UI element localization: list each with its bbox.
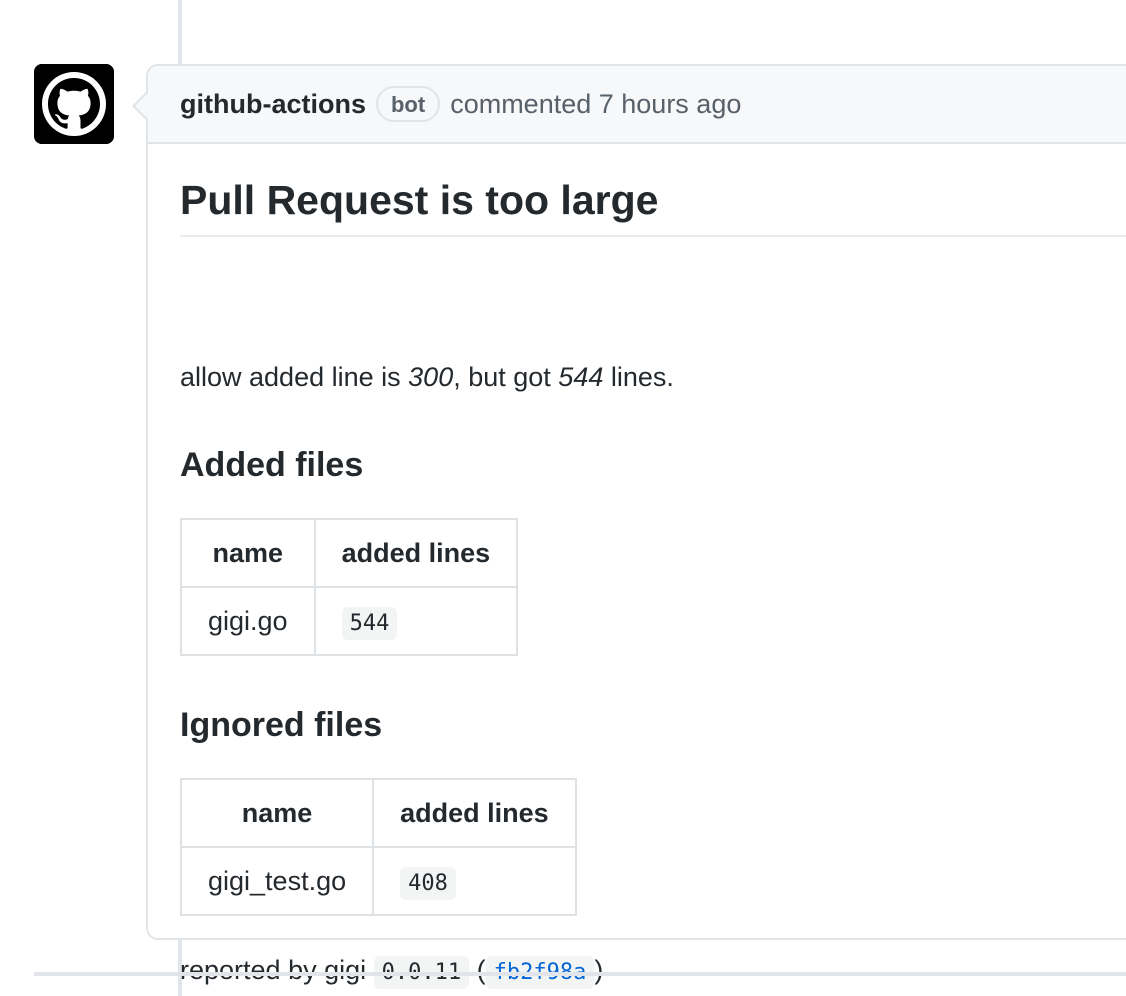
added-files-table: name added lines gigi.go 544 xyxy=(180,518,519,656)
bot-badge: bot xyxy=(375,86,441,122)
ignored-files-heading: Ignored files xyxy=(180,706,383,744)
ignored-files-table: name added lines gigi_test.go 408 xyxy=(179,778,577,916)
comment-timestamp[interactable]: commented 7 hours ago xyxy=(450,89,741,120)
column-header: name xyxy=(180,518,316,588)
timeline-divider xyxy=(34,972,1126,976)
summary-text: allow added line is 300, but got 544 lin… xyxy=(180,362,674,392)
added-lines-cell: 408 xyxy=(372,846,577,916)
table-row: gigi_test.go 408 xyxy=(179,846,577,916)
column-header: name xyxy=(179,778,375,848)
author-avatar[interactable] xyxy=(34,64,114,144)
table-row: gigi.go 544 xyxy=(180,586,519,656)
column-header: added lines xyxy=(313,518,519,588)
column-header: added lines xyxy=(372,778,577,848)
added-lines-cell: 544 xyxy=(313,586,519,656)
comment-box: github-actions bot commented 7 hours ago… xyxy=(132,64,1126,989)
file-name-cell: gigi.go xyxy=(180,586,316,656)
allowed-lines: 300 xyxy=(408,362,454,392)
comment-header: github-actions bot commented 7 hours ago xyxy=(148,66,1126,144)
comment-title: Pull Request is too large xyxy=(180,180,1126,237)
file-name-cell: gigi_test.go xyxy=(179,846,375,916)
actual-lines: 544 xyxy=(558,362,604,392)
author-link[interactable]: github-actions xyxy=(180,89,366,120)
github-octocat-icon xyxy=(34,64,114,144)
added-files-heading: Added files xyxy=(180,446,364,484)
